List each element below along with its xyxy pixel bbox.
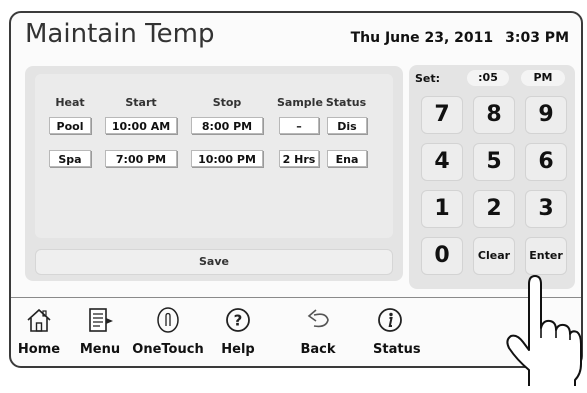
column-header-stop: Stop	[212, 96, 242, 109]
current-date: Thu June 23, 2011	[350, 30, 494, 46]
schedule-table: Heat Start Stop Sample Status Pool 10:00…	[35, 74, 393, 238]
date-time: Thu June 23, 2011 3:03 PM	[351, 30, 569, 46]
nav-item-menu[interactable]: Menu	[73, 298, 127, 366]
set-period-display[interactable]: PM	[521, 70, 565, 86]
keypad-key-9[interactable]: 9	[525, 96, 567, 134]
nav-label-help: Help	[221, 342, 255, 357]
current-time: 3:03 PM	[505, 30, 569, 46]
keypad-key-2[interactable]: 2	[473, 190, 515, 228]
status-spa-button[interactable]: Ena	[327, 150, 367, 167]
keypad-key-5[interactable]: 5	[473, 143, 515, 181]
start-time-pool-button[interactable]: 10:00 AM	[105, 117, 177, 134]
page-title: Maintain Temp	[25, 19, 215, 49]
heat-spa-button[interactable]: Spa	[49, 150, 91, 167]
nav-item-home[interactable]: Home	[13, 298, 65, 366]
bottom-nav-bar: Home Menu OneTouch ? Help Back Status	[11, 298, 581, 366]
set-label: Set:	[415, 72, 441, 85]
nav-item-status[interactable]: Status	[373, 298, 433, 366]
svg-text:?: ?	[234, 312, 243, 330]
thermostat-screen: Maintain Temp Thu June 23, 2011 3:03 PM H…	[9, 11, 583, 368]
menu-icon	[89, 308, 113, 332]
keypad-key-6[interactable]: 6	[525, 143, 567, 181]
schedule-row-pool: Pool 10:00 AM 8:00 PM – Dis	[35, 117, 393, 137]
status-pool-button[interactable]: Dis	[327, 117, 367, 134]
onetouch-icon	[157, 307, 179, 333]
title-bar: Maintain Temp Thu June 23, 2011 3:03 PM	[11, 13, 581, 61]
schedule-header: Heat Start Stop Sample Status	[35, 96, 393, 110]
keypad-key-0[interactable]: 0	[421, 237, 463, 275]
schedule-row-spa: Spa 7:00 PM 10:00 PM 2 Hrs Ena	[35, 150, 393, 170]
stop-time-pool-button[interactable]: 8:00 PM	[191, 117, 263, 134]
column-header-sample: Sample	[277, 96, 323, 109]
sample-spa-button[interactable]: 2 Hrs	[279, 150, 319, 167]
nav-label-home: Home	[17, 342, 61, 357]
nav-label-menu: Menu	[79, 342, 121, 357]
sample-pool-button[interactable]: –	[279, 117, 319, 134]
nav-label-status: Status	[373, 342, 421, 357]
nav-item-onetouch[interactable]: OneTouch	[129, 298, 207, 366]
keypad-key-1[interactable]: 1	[421, 190, 463, 228]
start-time-spa-button[interactable]: 7:00 PM	[105, 150, 177, 167]
keypad-panel: Set: :05 PM 7 8 9 4 5 6 1 2 3 0 Clear En…	[409, 65, 575, 289]
column-header-status: Status	[325, 96, 367, 109]
keypad-key-8[interactable]: 8	[473, 96, 515, 134]
keypad-key-4[interactable]: 4	[421, 143, 463, 181]
pointing-hand-icon	[506, 275, 582, 386]
stop-time-spa-button[interactable]: 10:00 PM	[191, 150, 263, 167]
schedule-panel: Heat Start Stop Sample Status Pool 10:00…	[25, 66, 403, 281]
back-icon	[307, 309, 329, 328]
home-icon	[27, 308, 51, 332]
heat-pool-button[interactable]: Pool	[49, 117, 91, 134]
nav-item-help[interactable]: ? Help	[211, 298, 265, 366]
help-icon: ?	[226, 308, 250, 332]
status-icon	[378, 308, 402, 332]
nav-label-onetouch: OneTouch	[132, 342, 204, 357]
column-header-start: Start	[125, 96, 157, 109]
keypad-key-7[interactable]: 7	[421, 96, 463, 134]
save-button[interactable]: Save	[35, 249, 393, 275]
keypad-key-3[interactable]: 3	[525, 190, 567, 228]
nav-label-back: Back	[300, 342, 336, 357]
column-header-heat: Heat	[55, 96, 85, 109]
nav-item-back[interactable]: Back	[289, 298, 347, 366]
set-minutes-display[interactable]: :05	[467, 70, 509, 86]
